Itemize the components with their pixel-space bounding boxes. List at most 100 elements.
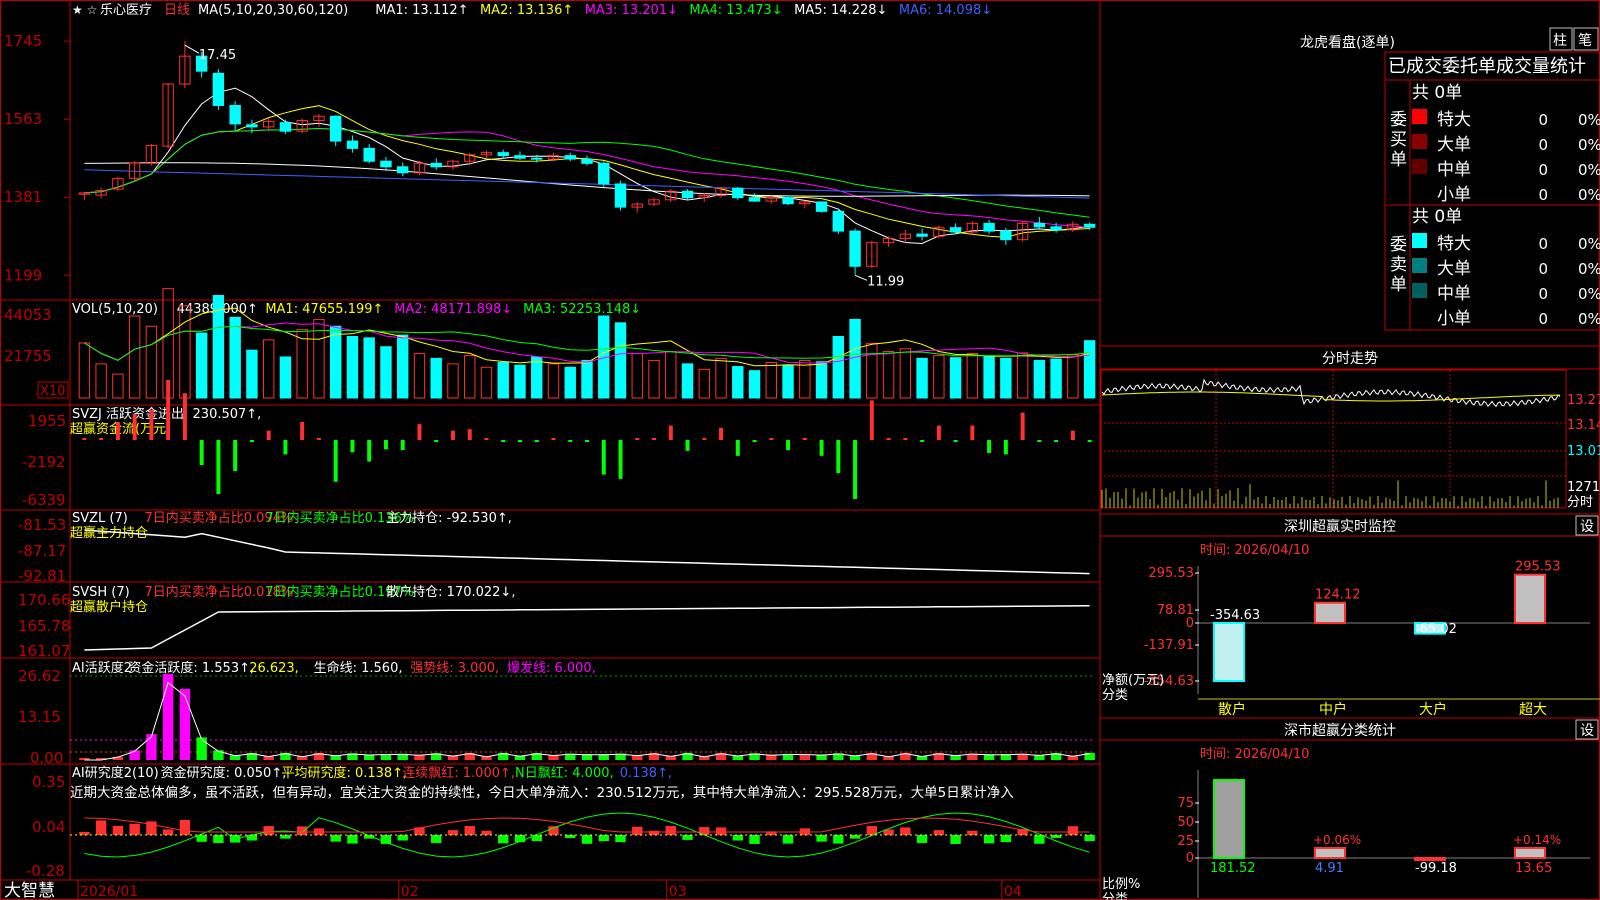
fund-flow-bar[interactable] xyxy=(400,440,405,451)
fund-flow-bar[interactable] xyxy=(886,438,891,440)
volume-bar[interactable] xyxy=(1083,340,1096,399)
candle[interactable] xyxy=(1000,230,1012,241)
research-bar[interactable] xyxy=(967,830,978,835)
activity-bar[interactable] xyxy=(162,674,174,760)
volume-bar[interactable] xyxy=(78,342,91,399)
candle[interactable] xyxy=(581,158,593,164)
volume-bar[interactable] xyxy=(95,363,107,399)
volume-bar[interactable] xyxy=(128,315,141,399)
fund-flow-bar[interactable] xyxy=(719,427,724,440)
candle[interactable] xyxy=(329,115,342,142)
volume-bar[interactable] xyxy=(514,364,526,399)
volume-bar[interactable] xyxy=(866,342,878,399)
fund-flow-bar[interactable] xyxy=(534,440,539,442)
fund-flow-bar[interactable] xyxy=(585,440,589,442)
fund-flow-bar[interactable] xyxy=(417,424,422,440)
candle[interactable] xyxy=(514,155,526,159)
research-bar[interactable] xyxy=(280,835,291,839)
research-bar[interactable] xyxy=(347,835,358,844)
research-bar[interactable] xyxy=(179,820,191,835)
volume-bar[interactable] xyxy=(665,351,677,399)
candle[interactable] xyxy=(229,104,241,125)
volume-bar[interactable] xyxy=(380,346,392,399)
fund-flow-bar[interactable] xyxy=(652,438,657,440)
candle[interactable] xyxy=(531,157,543,160)
fund-flow-bar[interactable] xyxy=(1054,440,1059,442)
volume-bar[interactable] xyxy=(983,355,995,399)
fund-flow-bar[interactable] xyxy=(836,440,841,474)
fund-flow-bar[interactable] xyxy=(819,440,824,456)
ai-activity-panel[interactable]: 26.62 13.15 0.00 AI活跃度2资金活跃度: 1.553↑,26.623… xyxy=(18,660,1095,767)
volume-bar[interactable] xyxy=(531,356,543,399)
volume-bar[interactable] xyxy=(799,359,811,399)
volume-bar[interactable] xyxy=(179,305,191,399)
candle[interactable] xyxy=(849,230,861,267)
volume-bar[interactable] xyxy=(229,316,241,399)
research-bar[interactable] xyxy=(112,825,124,835)
activity-bar[interactable] xyxy=(146,734,157,760)
research-bar[interactable] xyxy=(263,826,274,835)
volume-bar[interactable] xyxy=(732,366,744,399)
candle[interactable] xyxy=(815,201,828,212)
candle[interactable] xyxy=(564,155,576,160)
candle[interactable] xyxy=(614,183,627,208)
fund-flow-bar[interactable] xyxy=(685,440,690,451)
volume-bar[interactable] xyxy=(882,351,895,399)
volume-bar[interactable] xyxy=(329,325,342,399)
research-bar[interactable] xyxy=(782,835,794,844)
category-bar[interactable] xyxy=(1514,573,1546,624)
research-bar[interactable] xyxy=(481,830,492,835)
candle[interactable] xyxy=(363,147,375,162)
fund-flow-bar[interactable] xyxy=(249,440,254,442)
fund-flow-bar[interactable] xyxy=(517,440,522,442)
volume-bar[interactable] xyxy=(564,366,576,399)
research-bar[interactable] xyxy=(447,830,459,835)
research-bar[interactable] xyxy=(129,823,140,835)
fund-flow-bar[interactable] xyxy=(769,438,774,440)
volume-bar[interactable] xyxy=(966,353,979,399)
activity-bar[interactable] xyxy=(196,737,207,760)
volume-bar[interactable] xyxy=(346,336,359,399)
fund-flow-bar[interactable] xyxy=(300,422,305,440)
fund-flow-bar[interactable] xyxy=(233,440,238,471)
volume-bar[interactable] xyxy=(715,357,727,399)
fund-flow-bar[interactable] xyxy=(618,440,623,479)
fund-flow-bar[interactable] xyxy=(1020,412,1025,440)
fund-flow-bar[interactable] xyxy=(350,440,355,453)
volume-bar[interactable] xyxy=(195,332,208,399)
candle[interactable] xyxy=(748,197,761,202)
volume-bar[interactable] xyxy=(1050,358,1062,399)
fund-flow-bar[interactable] xyxy=(182,393,187,440)
volume-bar[interactable] xyxy=(112,373,124,399)
candle[interactable] xyxy=(346,140,359,149)
candle[interactable] xyxy=(212,72,225,106)
fund-flow-bar[interactable] xyxy=(1070,430,1075,440)
fund-flow-bar[interactable] xyxy=(936,425,941,440)
volume-bar[interactable] xyxy=(397,334,409,399)
volume-bar[interactable] xyxy=(363,337,375,399)
fund-flow-bar[interactable] xyxy=(333,440,338,482)
fund-flow-bar[interactable] xyxy=(802,438,807,440)
research-bar[interactable] xyxy=(498,835,509,844)
fund-flow-bar[interactable] xyxy=(551,438,556,440)
research-bar[interactable] xyxy=(715,827,727,835)
research-bar[interactable] xyxy=(464,826,475,835)
volume-bar[interactable] xyxy=(497,361,509,399)
svzj-panel[interactable]: 1955-2192-6339SVZJ 活跃资金进出: 230.507↑,超赢资金… xyxy=(22,380,1092,509)
stock-chart-svg[interactable]: 1745 1563 1381 1199 ★ ☆ 乐心医疗 日线 MA(5,10,20,30,6… xyxy=(0,0,1600,900)
research-bar[interactable] xyxy=(983,835,995,844)
volume-bar[interactable] xyxy=(949,357,962,399)
research-bar[interactable] xyxy=(615,835,626,843)
volume-bar[interactable] xyxy=(430,357,442,399)
category-bar[interactable] xyxy=(1314,601,1346,624)
fund-flow-bar[interactable] xyxy=(635,438,640,440)
fund-flow-bar[interactable] xyxy=(283,440,288,455)
research-bar[interactable] xyxy=(749,835,760,844)
research-bar[interactable] xyxy=(397,835,408,841)
fund-flow-bar[interactable] xyxy=(752,440,757,442)
research-bar[interactable] xyxy=(598,835,609,842)
fund-flow-bar[interactable] xyxy=(1087,440,1092,442)
fund-flow-bar[interactable] xyxy=(450,430,455,440)
fund-flow-bar[interactable] xyxy=(383,440,388,450)
research-bar[interactable] xyxy=(330,835,341,842)
